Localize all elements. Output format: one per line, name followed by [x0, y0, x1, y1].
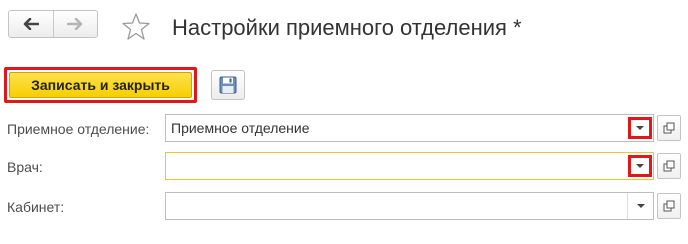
open-window-icon — [663, 200, 675, 212]
cabinet-field[interactable] — [165, 192, 654, 220]
doctor-field[interactable] — [165, 152, 654, 180]
doctor-open-button[interactable] — [657, 153, 681, 179]
department-field[interactable]: Приемное отделение — [165, 114, 654, 142]
department-label: Приемное отделение: — [7, 121, 150, 137]
doctor-dropdown-button[interactable] — [628, 155, 652, 177]
save-close-highlight: Записать и закрыть — [4, 67, 197, 103]
back-button[interactable] — [9, 11, 53, 37]
save-button[interactable] — [211, 70, 245, 100]
cabinet-dropdown-button[interactable] — [627, 193, 653, 219]
department-value: Приемное отделение — [171, 120, 310, 136]
navigation-buttons — [8, 10, 98, 38]
star-icon[interactable] — [121, 12, 151, 42]
cabinet-open-button[interactable] — [657, 193, 681, 219]
open-window-icon — [663, 122, 675, 134]
page-title: Настройки приемного отделения * — [172, 15, 522, 40]
save-and-close-button[interactable]: Записать и закрыть — [9, 72, 192, 98]
cabinet-label: Кабинет: — [7, 199, 65, 215]
arrow-right-icon — [67, 18, 83, 30]
chevron-down-icon — [636, 164, 644, 168]
arrow-left-icon — [23, 18, 39, 30]
chevron-down-icon — [636, 204, 645, 208]
doctor-label: Врач: — [7, 159, 43, 175]
department-dropdown-button[interactable] — [628, 117, 652, 139]
floppy-disk-icon — [219, 76, 237, 94]
forward-button[interactable] — [52, 11, 98, 37]
chevron-down-icon — [636, 126, 644, 130]
open-window-icon — [663, 160, 675, 172]
department-open-button[interactable] — [657, 115, 681, 141]
